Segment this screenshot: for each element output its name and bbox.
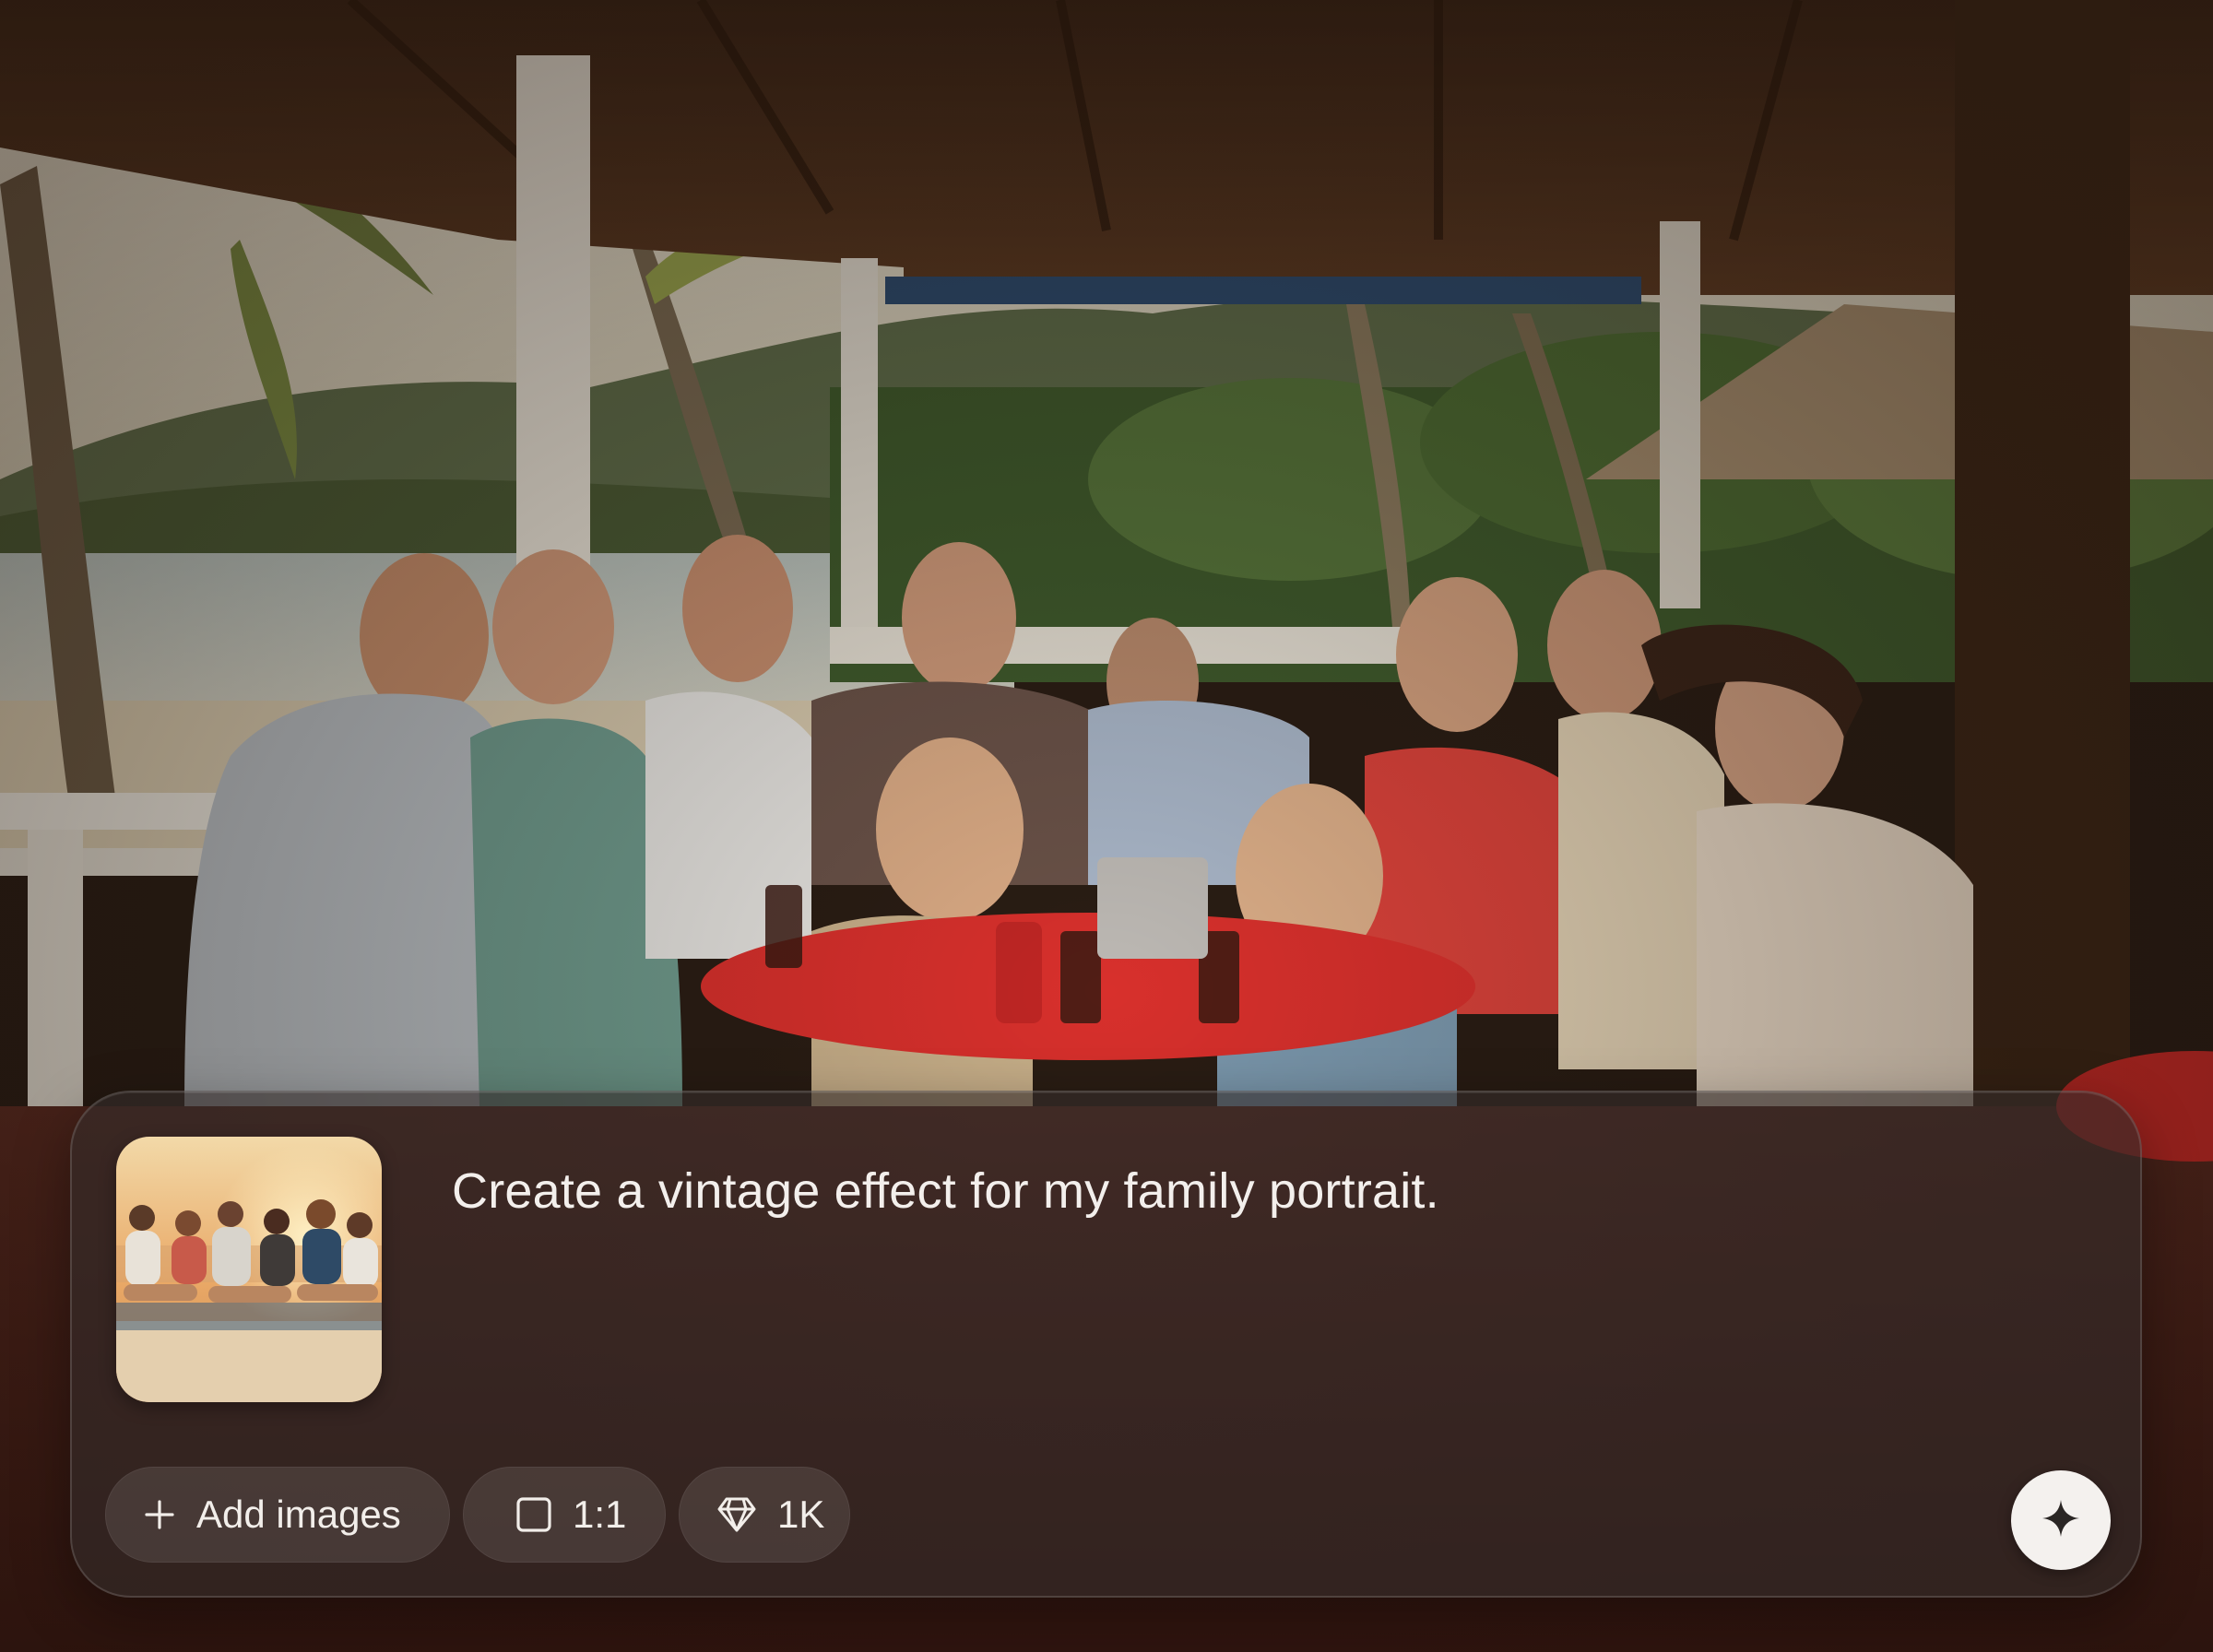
generate-button[interactable]: [2011, 1470, 2111, 1570]
diamond-icon: [716, 1496, 757, 1533]
aspect-ratio-value: 1:1: [573, 1493, 627, 1536]
add-images-label: Add images: [196, 1493, 401, 1536]
resolution-button[interactable]: 1K: [679, 1467, 850, 1563]
plus-icon: [143, 1498, 176, 1531]
square-icon: [515, 1496, 552, 1533]
sparkle-icon: [2041, 1498, 2081, 1543]
prompt-composer: Create a vintage effect for my family po…: [70, 1091, 2142, 1598]
reference-image-thumbnail[interactable]: [116, 1137, 382, 1402]
resolution-value: 1K: [777, 1493, 825, 1536]
add-images-button[interactable]: Add images: [105, 1467, 450, 1563]
aspect-ratio-button[interactable]: 1:1: [463, 1467, 666, 1563]
composer-toolbar: Add images 1:1 1K: [105, 1467, 850, 1563]
prompt-text[interactable]: Create a vintage effect for my family po…: [452, 1161, 2030, 1221]
